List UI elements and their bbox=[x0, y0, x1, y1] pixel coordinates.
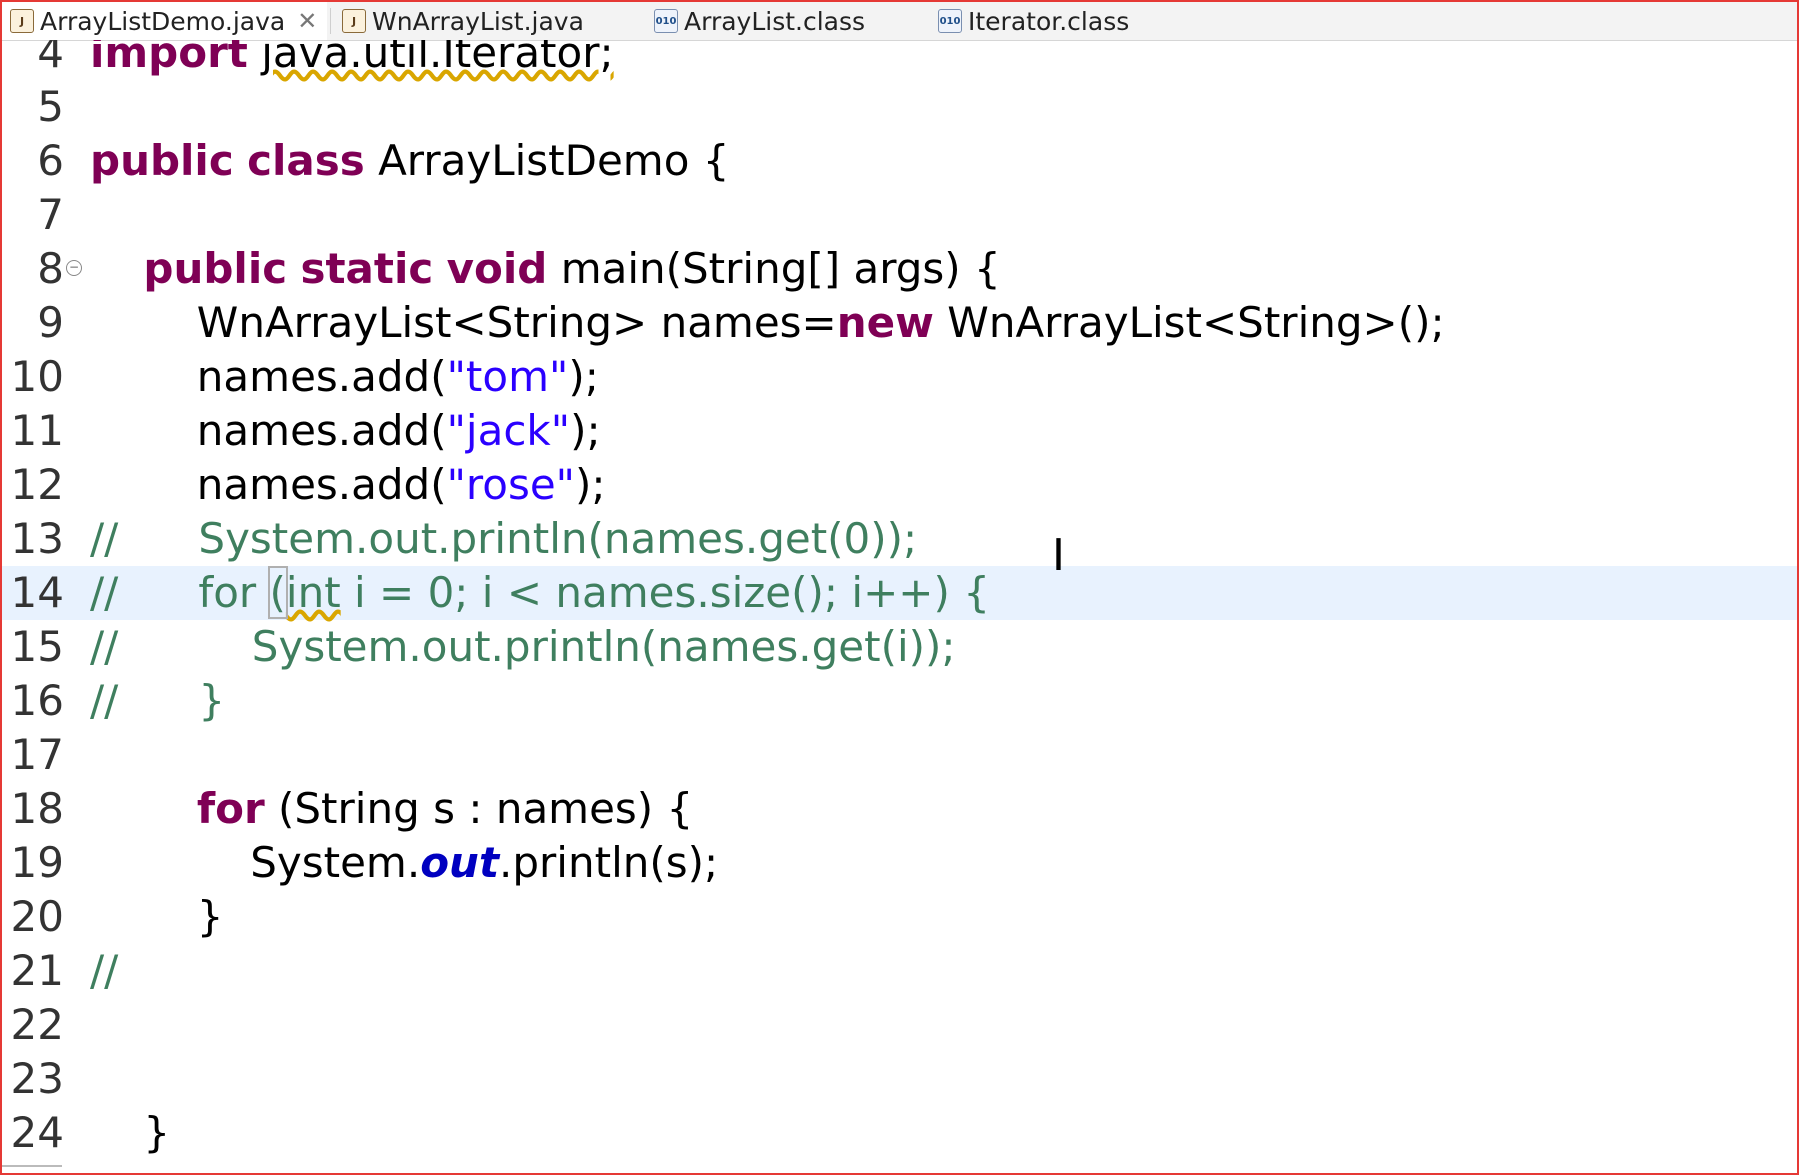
code-text: import java.util.Iterator; bbox=[90, 40, 614, 80]
code-line: 7 bbox=[2, 188, 1797, 242]
line-number: 24 bbox=[10, 1108, 64, 1157]
code-text: for (String s : names) { bbox=[196, 784, 694, 833]
line-number: 10 bbox=[10, 352, 64, 401]
class-file-icon: 010 bbox=[938, 9, 962, 33]
tab-label: ArrayListDemo.java bbox=[40, 6, 286, 36]
tab-iterator-class[interactable]: 010 Iterator.class bbox=[938, 2, 1129, 40]
code-text: public class ArrayListDemo { bbox=[90, 136, 730, 185]
code-line: 22 bbox=[2, 998, 1797, 1052]
code-text: WnArrayList<String> names=new WnArrayLis… bbox=[90, 298, 1445, 347]
line-number: 20 bbox=[10, 892, 64, 941]
line-number: 5 bbox=[37, 82, 64, 131]
code-line: 10 names.add("tom"); bbox=[2, 350, 1797, 404]
line-number: 8 bbox=[37, 244, 64, 293]
import-path: java.util.Iterator; bbox=[261, 40, 614, 77]
comment-text: // System.out.println(names.get(0)); bbox=[90, 514, 918, 563]
line-number: 23 bbox=[10, 1054, 64, 1103]
code-text: public static void main(String[] args) { bbox=[143, 244, 1001, 293]
code-editor[interactable]: 4 import java.util.Iterator; 5 6 public … bbox=[2, 40, 1797, 1173]
code-line: 19 System.out.println(s); bbox=[2, 836, 1797, 890]
line-number: 4 bbox=[37, 40, 64, 77]
code-line: 18 for (String s : names) { bbox=[2, 782, 1797, 836]
editor-tab-bar: J ArrayListDemo.java ✕ J WnArrayList.jav… bbox=[2, 2, 1797, 41]
comment-text: // bbox=[90, 946, 119, 995]
tab-label: WnArrayList.java bbox=[372, 6, 584, 36]
tab-arraylistdemo-java[interactable]: J ArrayListDemo.java ✕ bbox=[2, 2, 328, 40]
code-line: 16 // } bbox=[2, 674, 1797, 728]
keyword-import: import bbox=[90, 40, 248, 77]
line-number: 17 bbox=[10, 730, 64, 779]
code-text: names.add("rose"); bbox=[90, 460, 606, 509]
code-line: 5 bbox=[2, 80, 1797, 134]
comment-text: // System.out.println(names.get(i)); bbox=[90, 622, 956, 671]
scroll-divider bbox=[2, 1165, 62, 1167]
line-number: 19 bbox=[10, 838, 64, 887]
code-line: 17 bbox=[2, 728, 1797, 782]
comment-text: // } bbox=[90, 676, 226, 725]
tab-wnarraylist-java[interactable]: J WnArrayList.java bbox=[342, 2, 584, 40]
fold-collapse-icon[interactable]: − bbox=[66, 260, 82, 276]
code-text: names.add("tom"); bbox=[90, 352, 599, 401]
line-number: 9 bbox=[37, 298, 64, 347]
class-file-icon: 010 bbox=[654, 9, 678, 33]
code-text: names.add("jack"); bbox=[90, 406, 601, 455]
line-number: 15 bbox=[10, 622, 64, 671]
code-line: 23 bbox=[2, 1052, 1797, 1106]
line-number: 18 bbox=[10, 784, 64, 833]
java-file-icon: J bbox=[342, 9, 366, 33]
line-number: 6 bbox=[37, 136, 64, 185]
code-line: 8 − public static void main(String[] arg… bbox=[2, 242, 1797, 296]
code-line: 24 } bbox=[2, 1106, 1797, 1160]
code-line: 21 // bbox=[2, 944, 1797, 998]
line-number: 21 bbox=[10, 946, 64, 995]
line-number: 16 bbox=[10, 676, 64, 725]
tab-separator bbox=[330, 8, 331, 34]
current-code-line: 14 // for (int i = 0; i < names.size(); … bbox=[2, 566, 1797, 620]
code-line: 20 } bbox=[2, 890, 1797, 944]
line-number: 11 bbox=[10, 406, 64, 455]
comment-text: // for (int i = 0; i < names.size(); i++… bbox=[90, 566, 990, 619]
code-text: } bbox=[90, 892, 224, 941]
line-number: 7 bbox=[37, 190, 64, 239]
line-number: 13 bbox=[10, 514, 64, 563]
code-line: 11 names.add("jack"); bbox=[2, 404, 1797, 458]
line-number: 14 bbox=[10, 568, 64, 617]
tab-label: ArrayList.class bbox=[684, 6, 866, 36]
line-number: 12 bbox=[10, 460, 64, 509]
code-text: System.out.println(s); bbox=[90, 838, 719, 887]
code-line: 9 WnArrayList<String> names=new WnArrayL… bbox=[2, 296, 1797, 350]
code-line: 12 names.add("rose"); bbox=[2, 458, 1797, 512]
close-icon[interactable]: ✕ bbox=[297, 7, 317, 35]
tab-label: Iterator.class bbox=[968, 6, 1130, 36]
tab-arraylist-class[interactable]: 010 ArrayList.class bbox=[654, 2, 865, 40]
code-line: 15 // System.out.println(names.get(i)); bbox=[2, 620, 1797, 674]
text-cursor-icon: I bbox=[1052, 530, 1065, 581]
code-line: 6 public class ArrayListDemo { bbox=[2, 134, 1797, 188]
code-line: 13 // System.out.println(names.get(0)); bbox=[2, 512, 1797, 566]
code-text: } bbox=[90, 1108, 171, 1157]
code-line: 4 import java.util.Iterator; bbox=[2, 40, 1797, 80]
java-file-icon: J bbox=[10, 9, 34, 33]
line-number: 22 bbox=[10, 1000, 64, 1049]
